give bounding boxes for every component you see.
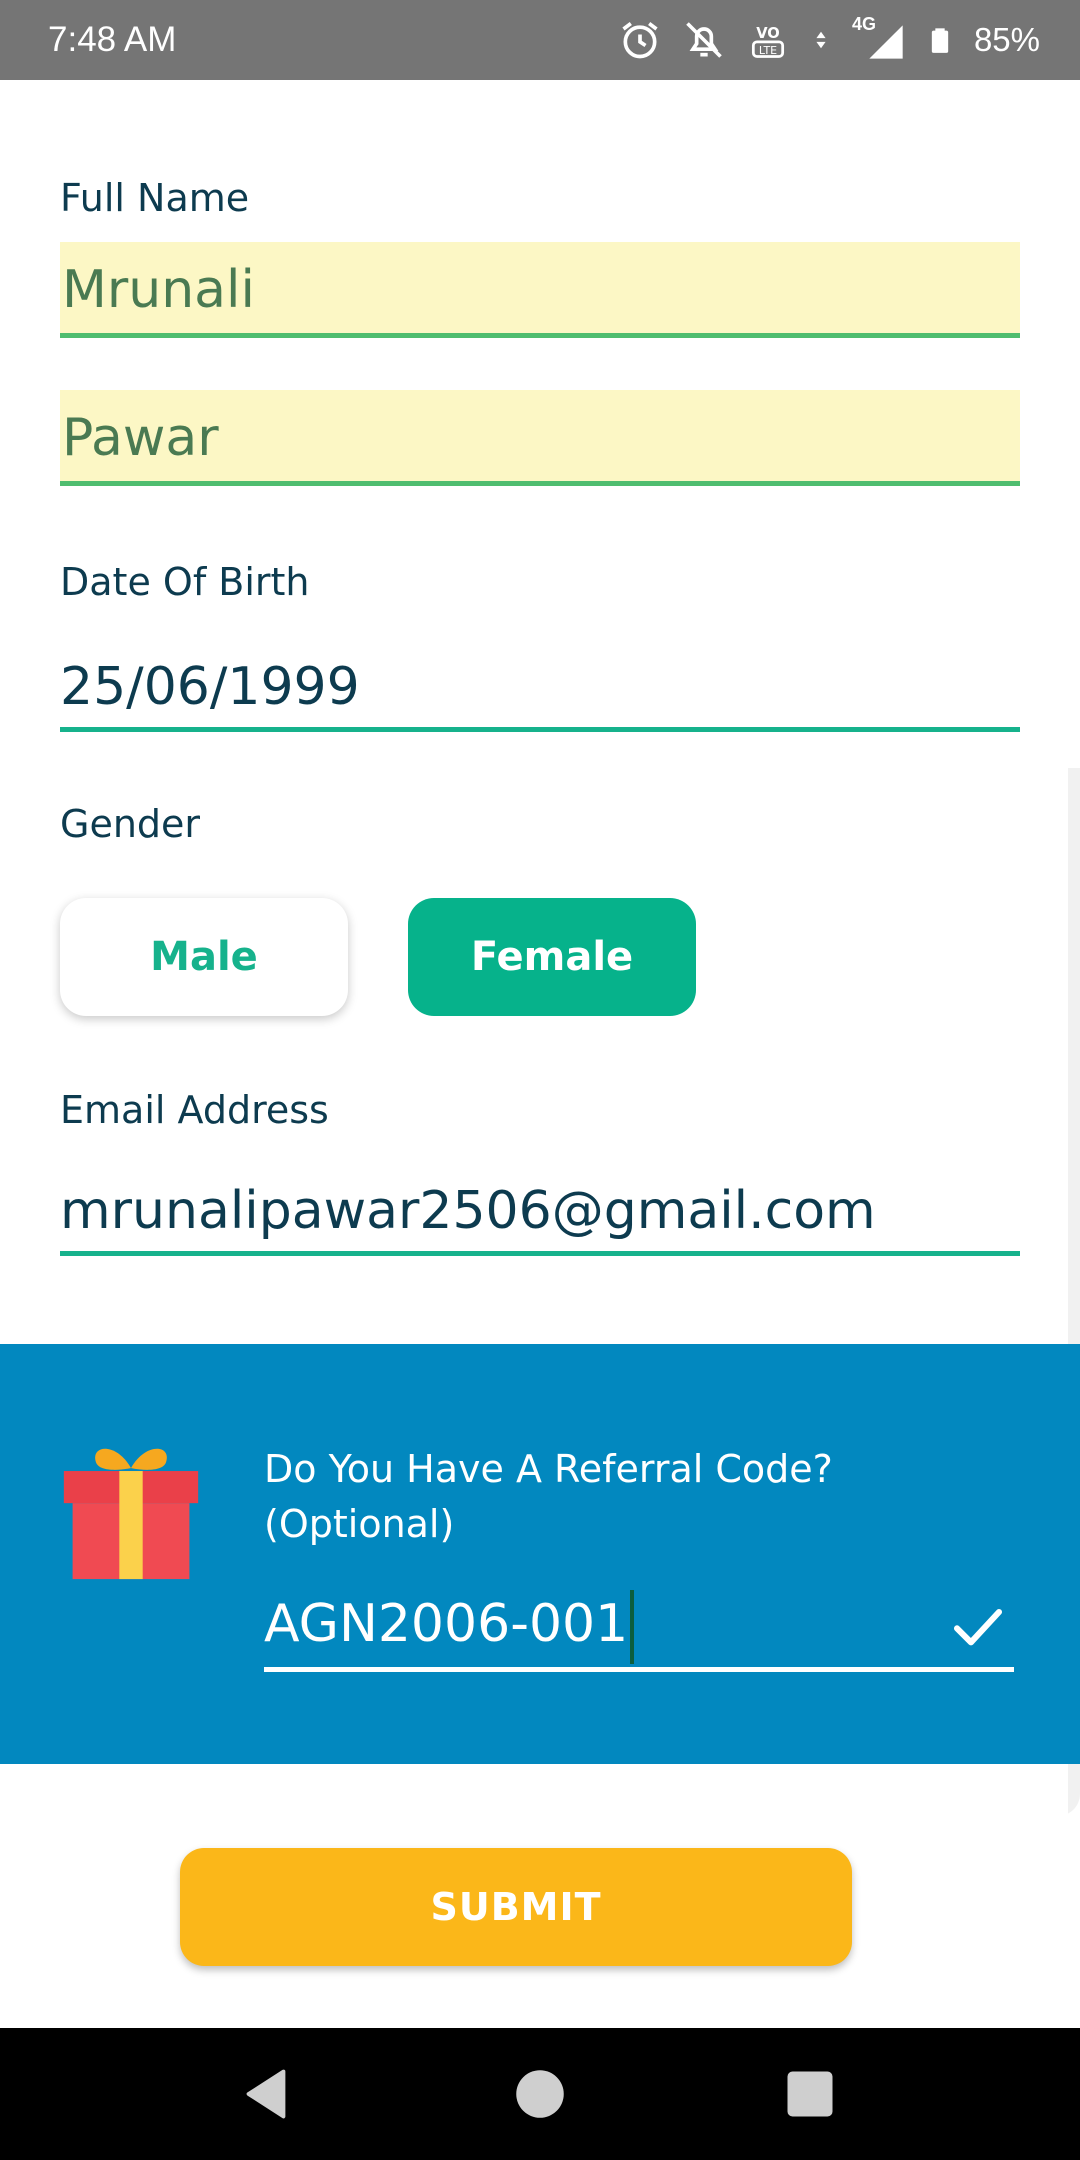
home-icon[interactable]	[510, 2064, 570, 2124]
full-name-label: Full Name	[60, 176, 250, 220]
gender-label: Gender	[60, 802, 201, 846]
battery-percent: 85%	[973, 21, 1040, 58]
svg-text:VO: VO	[756, 25, 780, 42]
last-name-field[interactable]: Pawar	[60, 390, 1020, 486]
dob-field[interactable]: 25/06/1999	[60, 642, 1020, 732]
bottom-bar: SUBMIT	[0, 1816, 1080, 2028]
email-label: Email Address	[60, 1088, 329, 1132]
gender-male-button[interactable]: Male	[60, 898, 348, 1016]
dob-label: Date Of Birth	[60, 560, 310, 604]
referral-code-value: AGN2006-001	[264, 1594, 629, 1654]
battery-icon	[931, 28, 949, 53]
email-value: mrunalipawar2506@gmail.com	[60, 1181, 876, 1241]
referral-title: Do You Have A Referral Code? (Optional)	[264, 1447, 833, 1546]
submit-button[interactable]: SUBMIT	[180, 1848, 852, 1966]
navigation-bar	[0, 2028, 1080, 2160]
email-field[interactable]: mrunalipawar2506@gmail.com	[60, 1166, 1020, 1256]
gift-icon	[63, 1448, 199, 1580]
alarm-icon	[622, 22, 658, 59]
data-arrows-icon	[816, 31, 826, 49]
back-icon[interactable]	[236, 2064, 296, 2124]
first-name-value: Mrunali	[62, 260, 255, 320]
status-bar: 7:48 AM VO LTE 4G 85%	[0, 0, 1080, 80]
submit-label: SUBMIT	[430, 1885, 602, 1929]
recents-icon[interactable]	[780, 2064, 840, 2124]
referral-code-field[interactable]: AGN2006-001	[264, 1576, 1014, 1672]
status-time: 7:48 AM	[48, 20, 177, 59]
status-icons: VO LTE 4G 85%	[618, 14, 1040, 66]
gender-male-label: Male	[150, 934, 258, 980]
check-icon[interactable]	[950, 1598, 1006, 1654]
last-name-value: Pawar	[62, 408, 219, 468]
svg-text:LTE: LTE	[759, 44, 777, 57]
volte-icon: VO LTE	[751, 25, 784, 58]
profile-form: Full Name Mrunali Pawar Date Of Birth 25…	[0, 80, 1080, 1816]
gender-female-label: Female	[470, 934, 634, 980]
notifications-off-icon	[686, 22, 722, 58]
referral-panel: Do You Have A Referral Code? (Optional) …	[0, 1344, 1080, 1764]
gender-female-button[interactable]: Female	[408, 898, 696, 1016]
text-cursor	[630, 1590, 635, 1664]
first-name-field[interactable]: Mrunali	[60, 242, 1020, 338]
dob-value: 25/06/1999	[60, 657, 360, 717]
signal-icon: 4G	[852, 14, 906, 62]
